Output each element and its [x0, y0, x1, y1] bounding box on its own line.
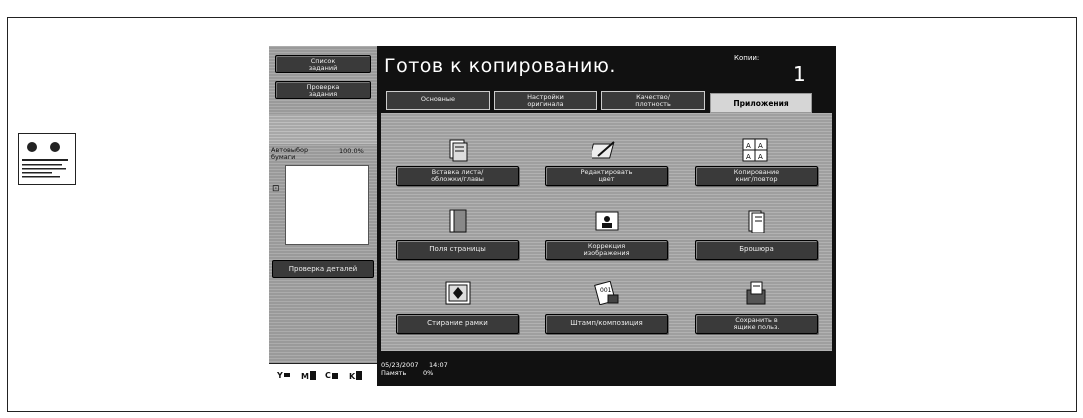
left-sidebar: Список заданий Проверка задания Автовыбо… — [269, 46, 377, 386]
image-adjust-icon — [595, 211, 619, 231]
save-box-button[interactable]: Сохранить в ящике польз. — [695, 314, 818, 334]
svg-text:A: A — [758, 153, 763, 161]
stamp-icon: 001 — [594, 281, 619, 305]
booklet-icon — [748, 210, 765, 233]
toner-y: Y — [277, 371, 290, 380]
svg-text:A: A — [746, 153, 751, 161]
copies-label: Копии: — [734, 54, 760, 62]
edit-color-button[interactable]: Редактировать цвет — [545, 166, 668, 186]
svg-text:001: 001 — [600, 287, 612, 294]
stamp-button[interactable]: Штамп/композиция — [545, 314, 668, 334]
copies-value: 1 — [793, 62, 806, 86]
svg-text:A: A — [746, 142, 751, 150]
footer-time: 14:07 — [429, 361, 448, 369]
sidebar-band — [269, 114, 377, 144]
details-button[interactable]: Проверка деталей — [272, 260, 374, 278]
footer-memory-value: 0% — [423, 369, 434, 377]
page-margin-button[interactable]: Поля страницы — [396, 240, 519, 260]
footer-memory-label: Память — [381, 369, 407, 377]
copy-preview — [285, 165, 369, 245]
edit-color-icon — [592, 141, 615, 159]
book-copy-button[interactable]: Копирование книг/повтор — [695, 166, 818, 186]
job-list-button[interactable]: Список заданий — [275, 55, 371, 73]
zoom-value: 100.0% — [339, 147, 364, 155]
toner-level-bar: Y M C K — [269, 363, 377, 387]
svg-text:A: A — [758, 142, 763, 150]
tab-applications[interactable]: Приложения — [710, 93, 812, 113]
two-up-icon: ⊡ — [272, 184, 280, 194]
check-job-button[interactable]: Проверка задания — [275, 81, 371, 99]
booklet-button[interactable]: Брошюра — [695, 240, 818, 260]
toner-m: M — [301, 371, 316, 381]
preview-layout-icon — [22, 142, 68, 178]
toner-k: K — [349, 371, 363, 381]
tab-original-settings[interactable]: Настройки оригинала — [494, 91, 597, 110]
book-copy-icon: AA AA — [742, 138, 768, 162]
paper-auto-label: Автовыбор бумаги — [271, 146, 309, 161]
sheet-insert-button[interactable]: Вставка листа/ обложки/главы — [396, 166, 519, 186]
status-title: Готов к копированию. — [384, 55, 616, 77]
tab-quality-density[interactable]: Качество/ плотность — [601, 91, 705, 110]
frame-erase-button[interactable]: Стирание рамки — [396, 314, 519, 334]
frame-erase-icon — [445, 281, 471, 305]
sheet-insert-icon — [449, 139, 468, 162]
tab-basic[interactable]: Основные — [386, 91, 490, 110]
toner-c: C — [325, 371, 338, 380]
page-margin-icon — [449, 209, 467, 233]
footer-date: 05/23/2007 — [381, 361, 419, 369]
save-box-icon — [746, 281, 766, 305]
preview-page — [18, 133, 76, 185]
image-adjust-button[interactable]: Коррекция изображения — [545, 240, 668, 260]
status-footer: 05/23/2007 14:07 Память 0% — [381, 361, 448, 377]
